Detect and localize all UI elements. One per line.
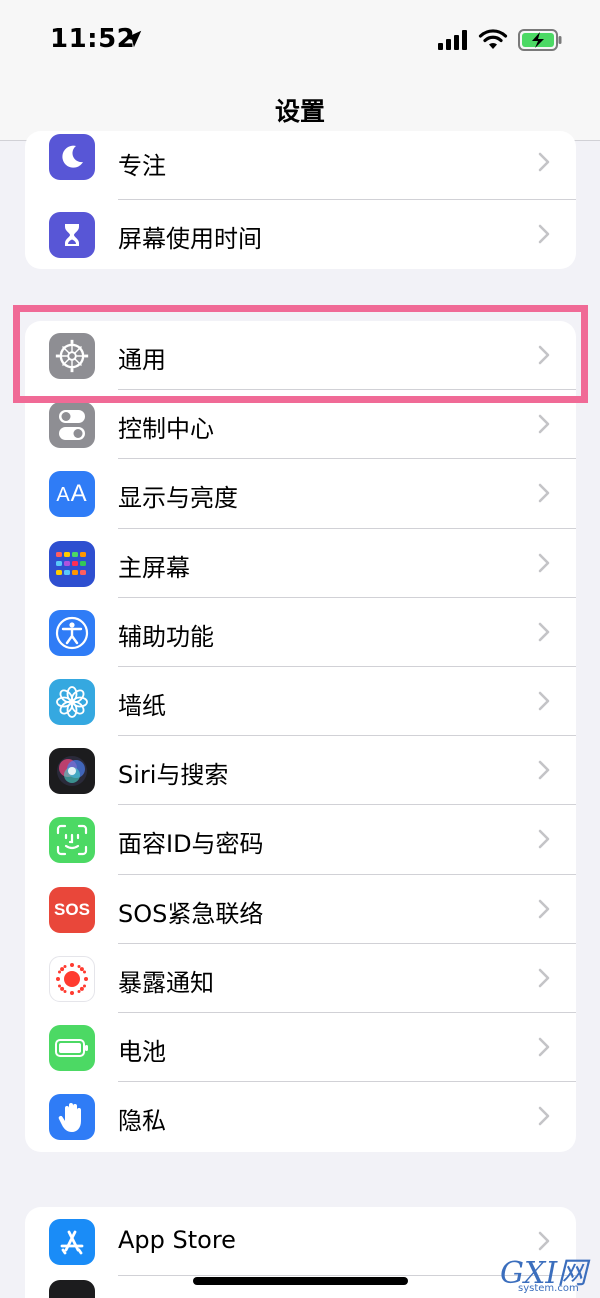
settings-row-label: 隐私	[118, 1107, 166, 1136]
settings-row-siri[interactable]: Siri与搜索	[25, 736, 576, 806]
hourglass-icon	[49, 212, 95, 259]
highlight-box	[13, 305, 588, 403]
text-size-icon: AA	[49, 471, 95, 518]
settings-row-label: 辅助功能	[118, 622, 214, 651]
page-title: 设置	[274, 97, 325, 126]
settings-row-label: 显示与亮度	[118, 484, 238, 513]
flower-icon	[49, 678, 95, 725]
settings-row-accessibility[interactable]: 辅助功能	[25, 598, 576, 667]
chevron-right-icon	[538, 553, 550, 572]
home-grid-icon	[49, 540, 95, 587]
face-id-icon	[49, 817, 95, 864]
battery-icon	[49, 1024, 95, 1071]
settings-row-wallpaper[interactable]: 墙纸	[25, 667, 576, 737]
exposure-icon	[49, 955, 95, 1002]
settings-row-label: 主屏幕	[118, 553, 190, 582]
settings-row-battery[interactable]: 电池	[25, 1013, 576, 1083]
wifi-icon	[478, 29, 508, 49]
chevron-right-icon	[538, 691, 550, 711]
chevron-right-icon	[538, 899, 550, 918]
settings-row-exposure[interactable]: 暴露通知	[25, 944, 576, 1013]
chevron-right-icon	[538, 830, 550, 849]
chevron-right-icon	[538, 1106, 550, 1126]
settings-row-label: 暴露通知	[118, 968, 214, 997]
chevron-right-icon	[538, 414, 550, 434]
battery-charging-icon	[518, 29, 562, 51]
settings-row-display[interactable]: AA 显示与亮度	[25, 459, 576, 529]
settings-row-label: 控制中心	[118, 415, 214, 444]
settings-row-label: 专注	[118, 152, 166, 180]
chevron-right-icon	[538, 224, 550, 244]
settings-row-label: 面容ID与密码	[118, 830, 264, 859]
chevron-right-icon	[538, 968, 550, 987]
settings-row-face-id[interactable]: 面容ID与密码	[25, 805, 576, 875]
settings-row-screen-time[interactable]: 屏幕使用时间	[25, 200, 576, 269]
settings-row-label: App Store	[118, 1226, 236, 1254]
status-bar: 11:52	[0, 0, 600, 80]
chevron-right-icon	[538, 152, 550, 172]
accessibility-icon	[49, 609, 95, 656]
chevron-right-icon	[538, 1037, 550, 1057]
hand-icon	[49, 1094, 95, 1141]
moon-icon	[49, 134, 95, 180]
settings-row-focus[interactable]: 专注	[25, 131, 576, 201]
settings-row-emergency-sos[interactable]: SOS SOS紧急联络	[25, 875, 576, 944]
settings-row-app-store[interactable]: App Store	[25, 1207, 576, 1277]
settings-row-label: 电池	[118, 1037, 166, 1066]
siri-icon	[49, 748, 95, 795]
settings-group-main: 通用 控制中心 AA 显示与亮度 主屏幕 辅助功能 墙纸 Siri与搜索 面容I…	[25, 321, 576, 1152]
cellular-signal-icon	[438, 30, 467, 50]
settings-row-label: 墙纸	[118, 691, 166, 720]
sos-icon-text: SOS	[54, 899, 90, 919]
app-store-icon	[49, 1219, 95, 1265]
settings-row-home-screen[interactable]: 主屏幕	[25, 529, 576, 598]
settings-row-label: 屏幕使用时间	[118, 225, 262, 254]
chevron-right-icon	[538, 484, 550, 503]
chevron-right-icon	[538, 622, 550, 642]
location-arrow-icon	[124, 30, 142, 48]
settings-row-privacy[interactable]: 隐私	[25, 1082, 576, 1151]
settings-row-label: Siri与搜索	[118, 761, 229, 790]
settings-group-top: 专注 屏幕使用时间	[25, 131, 576, 269]
sos-icon: SOS	[49, 886, 95, 933]
toggles-icon	[49, 402, 95, 449]
app-icon	[49, 1280, 95, 1298]
settings-row-label: SOS紧急联络	[118, 899, 264, 928]
watermark-sub-text: system.com	[518, 1283, 579, 1294]
chevron-right-icon	[538, 760, 550, 780]
home-indicator[interactable]	[193, 1277, 408, 1285]
watermark-logo: GXI网 system.com	[496, 1248, 600, 1296]
